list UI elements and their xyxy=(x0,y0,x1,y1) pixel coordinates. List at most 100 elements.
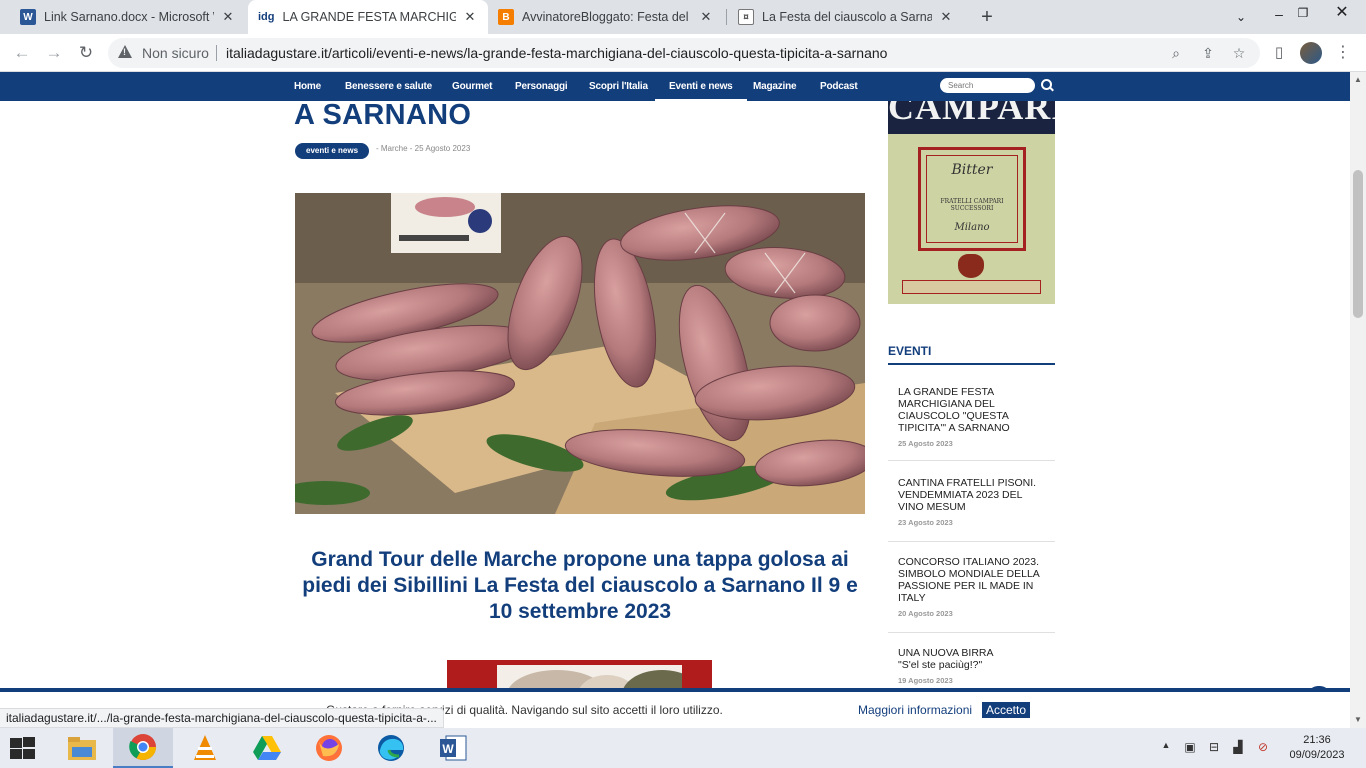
word-icon: W xyxy=(20,9,36,25)
address-bar[interactable]: Non sicuro italiadagustare.it/articoli/e… xyxy=(108,38,1260,68)
site-search-input[interactable] xyxy=(940,78,1035,93)
article-meta: - Marche - 25 Agosto 2023 xyxy=(376,144,471,153)
warning-icon[interactable] xyxy=(118,45,132,58)
event-item[interactable]: CANTINA FRATELLI PISONI. VENDEMMIATA 202… xyxy=(888,477,1055,542)
vlc-icon[interactable] xyxy=(175,728,235,768)
window-close-icon[interactable]: ✕ xyxy=(1322,2,1362,26)
event-date: 23 Agosto 2023 xyxy=(898,518,953,527)
ad-band xyxy=(902,280,1041,294)
restore-icon[interactable]: ❐ xyxy=(1292,2,1314,26)
nav-benessere[interactable]: Benessere e salute xyxy=(345,72,432,101)
back-arrow-icon[interactable]: ← xyxy=(10,41,34,65)
nav-home[interactable]: Home xyxy=(294,72,321,101)
search-icon[interactable] xyxy=(1040,78,1054,94)
tab-article[interactable]: idg LA GRANDE FESTA MARCHIGIANA ✕ xyxy=(248,0,488,34)
tab-festa[interactable]: ¤ La Festa del ciauscolo a Sarnano ✕ xyxy=(728,0,964,34)
tray-network-icon[interactable]: ⊟ xyxy=(1206,740,1222,754)
ad-label-frame: Bitter FRATELLI CAMPARI SUCCESSORI Milan… xyxy=(918,147,1026,251)
salami-photo xyxy=(295,193,865,514)
close-icon[interactable]: ✕ xyxy=(698,9,714,25)
ad-seal-icon xyxy=(958,254,984,278)
plus-icon[interactable]: + xyxy=(975,5,999,29)
event-title[interactable]: CANTINA FRATELLI PISONI. VENDEMMIATA 202… xyxy=(898,477,1048,513)
word-icon[interactable]: W xyxy=(423,728,483,768)
tray-volume-muted-icon[interactable]: ⊘ xyxy=(1255,740,1271,754)
scrollbar-thumb[interactable] xyxy=(1353,170,1363,318)
zoom-icon[interactable]: ⌕ xyxy=(1167,44,1185,62)
google-drive-icon[interactable] xyxy=(237,728,297,768)
close-icon[interactable]: ✕ xyxy=(220,9,236,25)
tab-label: AvvinatoreBloggato: Festa del ciauscolo xyxy=(522,10,692,24)
file-explorer-icon[interactable] xyxy=(52,728,112,768)
nav-eventi-news[interactable]: Eventi e news xyxy=(655,72,746,101)
event-title[interactable]: UNA NUOVA BIRRA "S'el ste paciùg!?" xyxy=(898,647,1008,671)
security-label[interactable]: Non sicuro xyxy=(142,45,209,61)
svg-text:W: W xyxy=(442,742,454,756)
reload-icon[interactable]: ↻ xyxy=(74,41,98,65)
blogger-icon: B xyxy=(498,9,514,25)
close-icon[interactable]: ✕ xyxy=(462,9,478,25)
menu-icon[interactable]: ⋮ xyxy=(1332,42,1354,64)
campari-ad[interactable]: CAMPARI Bitter FRATELLI CAMPARI SUCCESSO… xyxy=(888,72,1055,304)
event-date: 19 Agosto 2023 xyxy=(898,676,953,685)
vertical-scrollbar[interactable]: ▲ ▼ xyxy=(1350,72,1366,728)
firefox-icon[interactable] xyxy=(299,728,359,768)
url-text[interactable]: italiadagustare.it/articoli/eventi-e-new… xyxy=(226,45,887,61)
tab-blogger[interactable]: B AvvinatoreBloggato: Festa del ciauscol… xyxy=(488,0,724,34)
nav-magazine[interactable]: Magazine xyxy=(753,72,797,101)
hero-image xyxy=(295,193,865,514)
tab-label: La Festa del ciauscolo a Sarnano xyxy=(762,10,932,24)
star-icon[interactable]: ☆ xyxy=(1230,44,1248,62)
ad-fine-print: FRATELLI CAMPARI SUCCESSORI xyxy=(940,198,1004,212)
tab-search-chevron-icon[interactable]: ⌄ xyxy=(1230,6,1252,30)
chrome-icon[interactable] xyxy=(113,728,173,768)
nav-scopri-italia[interactable]: Scopri l'Italia xyxy=(589,72,648,101)
scroll-up-icon[interactable]: ▲ xyxy=(1350,72,1366,88)
side-panel-icon[interactable]: ▯ xyxy=(1268,42,1290,64)
nav-personaggi[interactable]: Personaggi xyxy=(515,72,568,101)
ad-script-top: Bitter xyxy=(951,162,993,178)
windows-start-icon[interactable] xyxy=(8,736,36,760)
events-divider xyxy=(888,363,1055,365)
taskbar: W ▲ ▣ ⊟ ▟ ⊘ 21:36 09/09/2023 xyxy=(0,728,1366,768)
site-icon: ¤ xyxy=(738,9,754,25)
article-subheading: Grand Tour delle Marche propone una tapp… xyxy=(302,548,858,623)
close-icon[interactable]: ✕ xyxy=(938,9,954,25)
scroll-down-icon[interactable]: ▼ xyxy=(1350,712,1366,728)
tab-separator xyxy=(726,9,727,25)
event-item[interactable]: CONCORSO ITALIANO 2023. SIMBOLO MONDIALE… xyxy=(888,556,1055,633)
taskbar-clock[interactable]: 21:36 09/09/2023 xyxy=(1282,733,1352,763)
edge-icon[interactable] xyxy=(361,728,421,768)
tray-usb-icon[interactable]: ▣ xyxy=(1182,740,1198,754)
clock-date: 09/09/2023 xyxy=(1289,749,1345,761)
event-item[interactable]: LA GRANDE FESTA MARCHIGIANA DEL CIAUSCOL… xyxy=(888,386,1055,461)
category-badge[interactable]: eventi e news xyxy=(295,143,370,159)
event-date: 20 Agosto 2023 xyxy=(898,609,953,618)
tray-signal-icon[interactable]: ▟ xyxy=(1230,740,1246,754)
events-heading: EVENTI xyxy=(888,344,932,358)
event-title[interactable]: CONCORSO ITALIANO 2023. SIMBOLO MONDIALE… xyxy=(898,556,1048,604)
tab-label: LA GRANDE FESTA MARCHIGIANA xyxy=(282,10,457,24)
cookie-more-info-link[interactable]: Maggiori informazioni xyxy=(858,703,972,717)
event-title[interactable]: LA GRANDE FESTA MARCHIGIANA DEL CIAUSCOL… xyxy=(898,386,1048,434)
tab-label: Link Sarnano.docx - Microsoft Word xyxy=(44,10,214,24)
share-icon[interactable]: ⇪ xyxy=(1199,44,1217,62)
ad-script-bottom: Milano xyxy=(954,222,990,233)
site-navbar: Home Benessere e salute Gourmet Personag… xyxy=(0,72,1350,101)
clock-time: 21:36 xyxy=(1303,734,1331,746)
forward-arrow-icon[interactable]: → xyxy=(42,41,66,65)
page-viewport: CAMPARI Bitter FRATELLI CAMPARI SUCCESSO… xyxy=(0,72,1350,728)
tray-chevron-up-icon[interactable]: ▲ xyxy=(1158,740,1174,750)
article-title: A SARNANO xyxy=(294,99,472,131)
minimize-icon[interactable]: – xyxy=(1268,3,1290,27)
url-separator xyxy=(216,45,217,61)
nav-podcast[interactable]: Podcast xyxy=(820,72,858,101)
idg-icon: idg xyxy=(258,11,275,23)
browser-toolbar: ← → ↻ Non sicuro italiadagustare.it/arti… xyxy=(0,34,1366,72)
status-url-bubble: italiadagustare.it/.../la-grande-festa-m… xyxy=(0,708,444,728)
tab-strip: W Link Sarnano.docx - Microsoft Word ✕ i… xyxy=(0,0,1366,34)
avatar[interactable] xyxy=(1300,42,1322,64)
cookie-accept-button[interactable]: Accetto xyxy=(982,702,1031,718)
tab-word-doc[interactable]: W Link Sarnano.docx - Microsoft Word ✕ xyxy=(10,0,246,34)
nav-gourmet[interactable]: Gourmet xyxy=(452,72,492,101)
